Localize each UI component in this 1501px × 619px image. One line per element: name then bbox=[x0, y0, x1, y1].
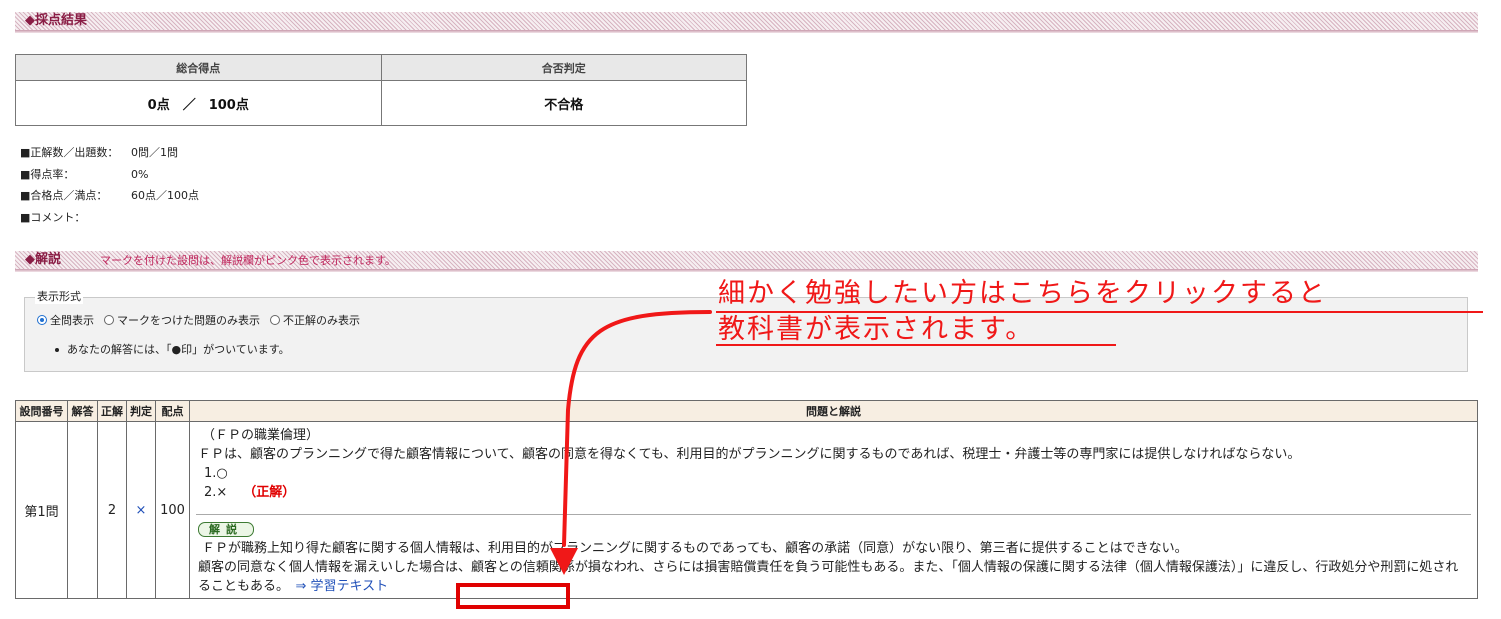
annotation-arrow-icon bbox=[550, 310, 712, 575]
